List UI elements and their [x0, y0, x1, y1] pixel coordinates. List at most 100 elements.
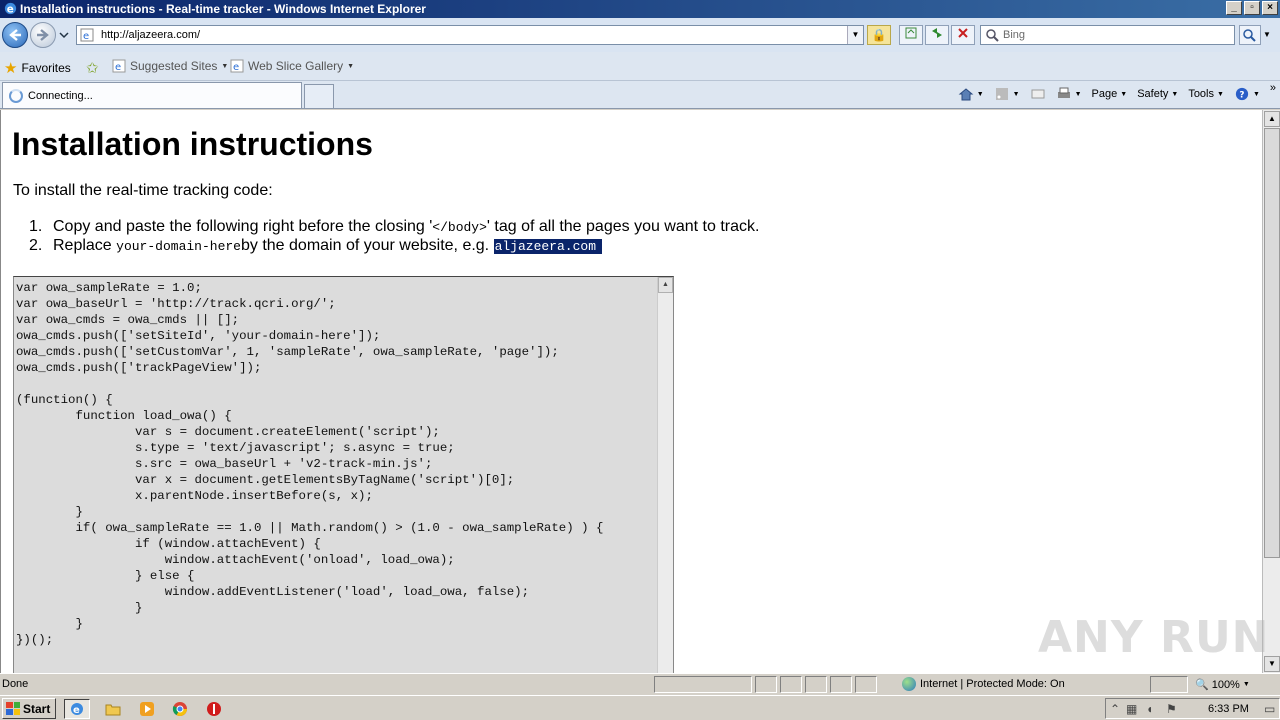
tab-label: Connecting... [28, 90, 93, 102]
chevron-down-icon: ▼ [1120, 90, 1128, 98]
start-button[interactable]: Start [2, 698, 56, 719]
close-window-button[interactable]: × [1262, 1, 1278, 15]
tracking-code[interactable]: var owa_sampleRate = 1.0; var owa_baseUr… [16, 280, 603, 648]
taskbar-chrome-button[interactable] [167, 699, 193, 719]
chevron-down-icon: ▼ [976, 90, 984, 98]
print-button[interactable]: ▼ [1056, 87, 1082, 101]
anyrun-watermark: ANY RUN [1038, 612, 1270, 663]
security-zone[interactable]: Internet | Protected Mode: On [902, 677, 1065, 691]
start-label: Start [23, 701, 51, 716]
recent-pages-dropdown-icon[interactable] [59, 31, 69, 39]
windows-logo-icon [6, 702, 20, 715]
page-title: Installation instructions [12, 126, 373, 162]
suggested-sites-link[interactable]: e Suggested Sites ▼ [112, 59, 228, 73]
address-dropdown-icon[interactable]: ▼ [847, 26, 863, 44]
inline-code: your-domain-here [116, 239, 241, 254]
volume-icon[interactable]: ◖ [1146, 702, 1153, 716]
scroll-up-icon[interactable]: ▲ [1264, 111, 1280, 127]
status-segment [780, 676, 802, 693]
address-bar[interactable]: e http://aljazeera.com/ ▼ [76, 25, 864, 45]
zoom-icon: 🔍 [1195, 679, 1209, 691]
system-tray: ⌃ ▦ ◖ ⚑ 6:33 PM ▭ [1105, 698, 1280, 719]
rss-feed-icon [995, 88, 1008, 100]
step-number: 2. [29, 237, 43, 254]
page-menu[interactable]: Page ▼ [1092, 88, 1128, 100]
tab-connecting[interactable]: Connecting... [2, 82, 302, 108]
web-slice-gallery-link[interactable]: e Web Slice Gallery ▼ [230, 59, 354, 73]
media-player-icon [140, 702, 154, 716]
step-number: 1. [29, 218, 43, 235]
scroll-thumb[interactable] [1264, 128, 1280, 558]
forward-button[interactable] [30, 22, 56, 48]
action-center-flag-icon[interactable]: ⚑ [1166, 702, 1177, 716]
back-button[interactable] [2, 22, 28, 48]
search-options-dropdown-icon[interactable]: ▼ [1263, 30, 1271, 39]
tray-expand-icon[interactable]: ⌃ [1110, 702, 1120, 716]
stop-icon[interactable] [951, 25, 975, 45]
restore-button[interactable]: ▫ [1244, 1, 1260, 15]
selected-domain-example[interactable]: aljazeera.com [493, 239, 602, 254]
status-bar: Done Internet | Protected Mode: On 🔍 100… [0, 673, 1280, 695]
chrome-icon [172, 702, 187, 716]
taskbar-app-button[interactable] [201, 699, 227, 719]
svg-text:e: e [115, 62, 121, 73]
svg-text:e: e [233, 62, 239, 73]
page-ie-icon: e [80, 28, 94, 42]
feeds-button[interactable]: ▼ [994, 87, 1020, 101]
status-segment [805, 676, 827, 693]
search-icon [986, 29, 999, 42]
step-text: by the domain of your website, e.g. [240, 237, 490, 254]
printer-icon [1057, 87, 1070, 98]
mail-icon [1031, 89, 1045, 99]
home-button[interactable]: ▼ [958, 87, 984, 101]
chevron-down-icon: ▼ [347, 62, 355, 70]
favorites-button[interactable]: ★ Favorites [4, 59, 71, 77]
new-tab-button[interactable] [304, 84, 334, 108]
favorites-bar: ★ Favorites ✩ e Suggested Sites ▼ e Web … [0, 52, 1280, 81]
svg-text:e: e [73, 705, 80, 716]
window-title: Installation instructions - Real-time tr… [20, 2, 426, 16]
page-scrollbar[interactable]: ▲ ▼ [1262, 110, 1280, 673]
refresh-icon[interactable] [925, 25, 949, 45]
taskbar-ie-button[interactable]: e [64, 699, 90, 719]
svg-text:e: e [83, 31, 89, 42]
list-item: 2. Replace your-domain-here by the domai… [29, 237, 759, 256]
taskbar-explorer-button[interactable] [100, 699, 126, 719]
status-segment [830, 676, 852, 693]
scroll-up-icon[interactable]: ▲ [658, 277, 673, 293]
favorites-star-icon: ★ [4, 60, 18, 77]
code-scrollbar[interactable]: ▲ [657, 277, 673, 673]
search-box[interactable]: Bing [980, 25, 1235, 45]
clock[interactable]: 6:33 PM [1208, 703, 1249, 715]
add-to-favorites-bar-button[interactable]: ✩ [86, 59, 99, 77]
search-go-icon [1243, 29, 1256, 42]
address-url[interactable]: http://aljazeera.com/ [101, 29, 200, 41]
protected-mode-segment[interactable] [1150, 676, 1188, 693]
tools-menu-label: Tools [1188, 88, 1214, 100]
step-text: Replace [53, 237, 112, 254]
help-button[interactable]: ? ▼ [1234, 87, 1260, 101]
taskbar-media-player-button[interactable] [134, 699, 160, 719]
more-commands-icon[interactable]: » [1270, 82, 1276, 94]
tools-menu[interactable]: Tools ▼ [1188, 88, 1224, 100]
search-placeholder: Bing [1003, 29, 1026, 41]
internet-zone-icon [902, 677, 916, 691]
zoom-level[interactable]: 🔍 100% ▼ [1195, 678, 1250, 692]
read-mail-button[interactable] [1030, 87, 1046, 101]
tracking-code-textarea[interactable]: var owa_sampleRate = 1.0; var owa_baseUr… [13, 276, 674, 673]
svg-text:e: e [7, 3, 14, 15]
network-icon[interactable]: ▦ [1126, 702, 1137, 716]
show-desktop-icon[interactable]: ▭ [1264, 702, 1275, 716]
loading-spinner-icon [9, 89, 23, 103]
minimize-button[interactable]: _ [1226, 1, 1242, 15]
web-slice-gallery-label: Web Slice Gallery [248, 59, 344, 73]
safety-menu[interactable]: Safety ▼ [1137, 88, 1178, 100]
security-lock-icon[interactable]: 🔒 [867, 25, 891, 45]
chevron-down-icon: ▼ [1012, 90, 1020, 98]
list-item: 1. Copy and paste the following right be… [29, 218, 759, 237]
compatibility-view-icon[interactable] [899, 25, 923, 45]
command-bar: ▼ ▼ ▼ Page ▼ Safety ▼ Tools ▼ ? ▼ » [958, 81, 1280, 107]
forward-arrow-icon [37, 29, 49, 41]
search-go-button[interactable] [1239, 25, 1261, 45]
chevron-down-icon: ▼ [221, 62, 229, 70]
